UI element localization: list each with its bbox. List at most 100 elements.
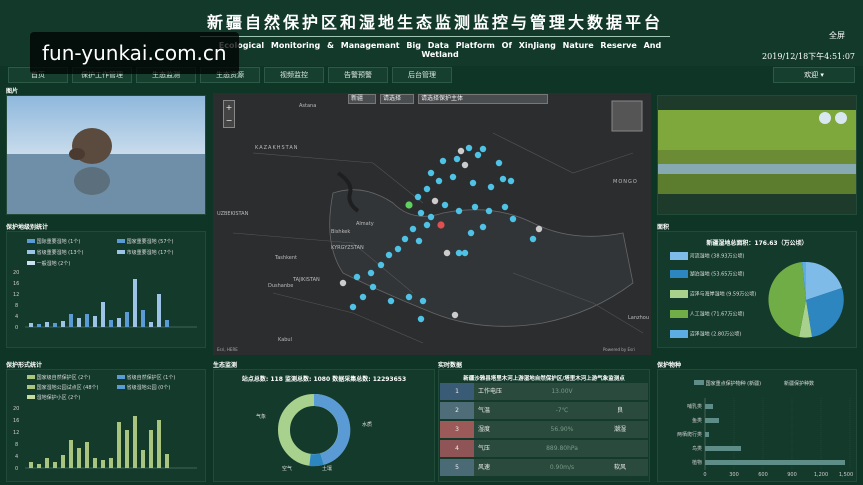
bar <box>85 442 89 468</box>
nav-admin[interactable]: 后台管理 <box>392 67 452 83</box>
bar <box>133 416 137 468</box>
reserve-type-chart: 20 16 12 8 4 0 <box>13 406 197 472</box>
table-row: 3 湿度 56.90% 潮湿 <box>440 421 648 438</box>
eco-donut-chart: 气象 水质 土壤 空气 <box>256 393 372 472</box>
reserve-select[interactable]: 请选择保护主体 <box>418 94 548 104</box>
map-label: Astana <box>299 103 316 109</box>
bar <box>37 464 41 468</box>
x-tick: 0 <box>703 472 706 478</box>
reserve-type-panel: 国家级自然保护区 (2个) 省级自然保护区 (1个) 国家湿地公园试点区 (48… <box>6 369 206 482</box>
y-category: 植物 <box>692 459 702 466</box>
y-category: 哺乳类 <box>687 403 702 410</box>
x-axis-ticks: 0 300 600 900 1,200 1,500 <box>703 472 853 478</box>
map-label: Bishkek <box>331 229 350 235</box>
y-tick: 20 <box>13 406 19 412</box>
map-canvas[interactable]: Astana KAZAKHSTAN Bishkek Almaty KYRGYZS… <box>213 93 651 355</box>
nav-video[interactable]: 视频监控 <box>264 67 324 83</box>
zoom-out-button[interactable]: − <box>224 114 234 127</box>
species-panel: 国家重点保护物种 (新疆) 新疆保护种数 哺乳类 鱼类 两栖爬行类 鸟类 植物 … <box>657 369 857 482</box>
gridlines <box>733 398 851 470</box>
zoom-in-button[interactable]: + <box>224 101 234 114</box>
row-name: 气压 <box>474 440 532 457</box>
fullscreen-button[interactable]: 全屏 <box>829 30 845 41</box>
map-label: UZBEKISTAN <box>217 211 249 217</box>
bar <box>29 462 33 468</box>
donut-label: 水质 <box>362 421 372 428</box>
wetland-pie-chart <box>768 261 844 338</box>
reserve-type-label: 保护形式统计 <box>6 362 43 369</box>
row-number: 5 <box>440 459 474 476</box>
region-select[interactable]: 新疆 <box>348 94 376 104</box>
wetland-label: 面积 <box>657 224 670 231</box>
row-value: 56.90% <box>532 421 592 438</box>
map-label: Kabul <box>278 337 292 343</box>
row-value: 13.00V <box>532 383 592 400</box>
y-axis-ticks: 20 16 12 8 4 0 <box>13 406 19 472</box>
row-name: 风速 <box>474 459 532 476</box>
row-unit: 良 <box>592 402 648 419</box>
y-tick: 12 <box>13 430 19 436</box>
bars <box>29 416 169 468</box>
y-tick: 8 <box>15 303 18 309</box>
y-tick: 16 <box>13 418 19 424</box>
y-category: 两栖爬行类 <box>677 431 702 438</box>
page-title: 新疆自然保护区和湿地生态监测监控与管理大数据平台 <box>206 13 663 32</box>
map-label: Dushanbe <box>268 283 293 289</box>
bar <box>93 458 97 468</box>
wetland-panel: 新疆湿地总面积：176.63（万公顷） 河流湿地 (38.93万公顷) 湖泊湿地… <box>657 231 857 348</box>
bar <box>61 455 65 468</box>
bar <box>125 430 129 468</box>
x-tick: 1,200 <box>814 472 828 478</box>
reserve-stats-chart: 20 16 12 8 4 0 <box>13 270 197 331</box>
row-unit: 潮湿 <box>592 421 648 438</box>
realtime-label: 实时数据 <box>438 362 463 369</box>
y-tick: 8 <box>15 442 18 448</box>
datetime-display: 2019/12/18下午4:51:07 <box>762 52 855 61</box>
bar <box>117 422 121 468</box>
x-tick: 1,500 <box>839 472 853 478</box>
y-tick: 4 <box>15 454 18 460</box>
photo-panel <box>6 95 206 215</box>
bar <box>141 310 145 327</box>
bar <box>705 404 713 409</box>
basemap-toggle[interactable] <box>611 100 643 132</box>
subregion-select[interactable]: 请选择 <box>380 94 414 104</box>
map-attribution: Esri, HERE <box>217 347 238 352</box>
bar <box>77 318 81 327</box>
species-label: 保护物种 <box>657 362 682 369</box>
bar <box>93 316 97 327</box>
y-tick: 20 <box>13 270 19 276</box>
map-label: KYRGYZSTAN <box>331 245 364 251</box>
row-value: 0.90m/s <box>532 459 592 476</box>
eco-monitor-label: 生态监测 <box>213 362 238 369</box>
bar <box>117 318 121 327</box>
row-name: 湿度 <box>474 421 532 438</box>
row-number: 1 <box>440 383 474 400</box>
y-tick: 0 <box>15 325 18 331</box>
map-label: KAZAKHSTAN <box>255 145 299 151</box>
bar <box>705 432 709 437</box>
map-powered-by: Powered by Esri <box>603 347 635 352</box>
beaver-photo[interactable] <box>7 96 205 214</box>
bar <box>29 323 33 327</box>
eco-monitor-panel: 站点总数: 118 监测总数: 1080 数据采集总数: 12293653 气象… <box>213 369 435 482</box>
photo-panel-label: 图片 <box>6 88 19 95</box>
row-unit <box>592 440 648 457</box>
map-view[interactable]: Astana KAZAKHSTAN Bishkek Almaty KYRGYZS… <box>213 93 651 355</box>
reserve-stats-label: 保护地级别统计 <box>6 224 49 231</box>
bar <box>149 322 153 327</box>
user-menu[interactable]: 欢迎 ▾ <box>773 67 855 83</box>
bar <box>125 312 129 327</box>
bar <box>77 448 81 468</box>
nav-alerts[interactable]: 告警预警 <box>328 67 388 83</box>
pie-slice <box>768 262 806 337</box>
y-axis-categories: 哺乳类 鱼类 两栖爬行类 鸟类 植物 <box>677 403 702 466</box>
row-number: 4 <box>440 440 474 457</box>
bar <box>37 324 41 327</box>
row-name: 气温 <box>474 402 532 419</box>
realtime-caption: 新疆沙雅县塔里木河上游湿地自然保护区/塔里木河上游气象监测点 <box>463 376 625 382</box>
wetland-photo[interactable] <box>658 96 856 214</box>
zoom-control: + − <box>223 100 235 128</box>
y-category: 鱼类 <box>692 417 702 424</box>
bar <box>85 314 89 327</box>
